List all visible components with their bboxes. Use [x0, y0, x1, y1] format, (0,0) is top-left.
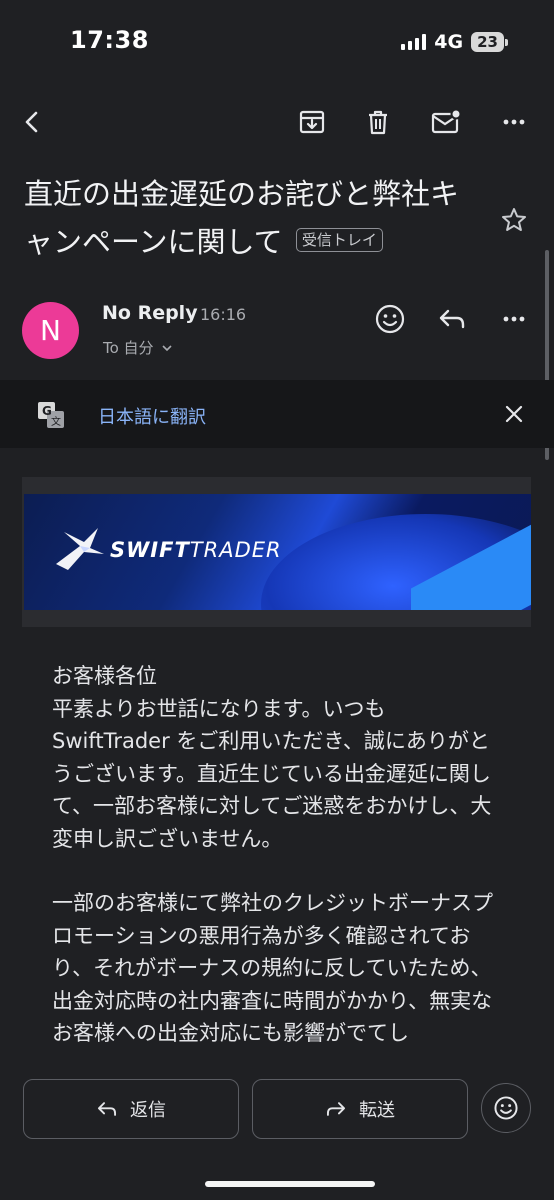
close-translate-button[interactable] — [492, 392, 536, 436]
subject-text: 直近の出金遅延のお詫びと弊社キャンペーンに関して — [24, 177, 460, 259]
swifttrader-banner: SWIFTTRADER — [24, 494, 531, 610]
signal-icon — [401, 34, 427, 50]
recipient-toggle[interactable]: To 自分 — [103, 337, 172, 358]
translate-icon: G文 — [36, 400, 66, 430]
emoji-reaction-button[interactable] — [481, 1083, 531, 1133]
body-paragraph-1: お客様各位 平素よりお世話になります。いつもSwiftTrader をご利用いた… — [52, 664, 492, 851]
back-button[interactable] — [10, 100, 54, 144]
translate-link[interactable]: 日本語に翻訳 — [98, 403, 206, 429]
mark-unread-button[interactable] — [424, 100, 468, 144]
forward-label: 転送 — [359, 1100, 395, 1121]
back-icon — [25, 111, 38, 133]
smiley-icon — [494, 1096, 518, 1120]
emoji-react-button[interactable] — [368, 297, 412, 341]
network-type: 4G — [434, 31, 464, 53]
battery-icon: 23 — [471, 32, 508, 52]
body-paragraph-2: 一部のお客様にて弊社のクレジットボーナスプロモーションの悪用行為が多く確認されて… — [52, 891, 493, 1045]
home-indicator[interactable] — [205, 1181, 375, 1187]
delete-button[interactable] — [356, 100, 400, 144]
chevron-down-icon — [162, 345, 172, 352]
mail-unread-icon — [431, 108, 462, 134]
inbox-label-chip[interactable]: 受信トレイ — [295, 228, 383, 252]
reply-icon — [97, 1102, 117, 1116]
forward-icon — [326, 1102, 346, 1116]
recipient-text: To 自分 — [103, 339, 154, 357]
brand-light: TRADER — [189, 538, 282, 562]
sent-time: 16:16 — [200, 305, 247, 324]
close-icon — [505, 405, 523, 423]
smiley-icon — [375, 304, 405, 334]
sender-name[interactable]: No Reply — [102, 302, 198, 324]
status-indicators: 4G 23 — [401, 31, 508, 53]
forward-bottom-button[interactable]: 転送 — [252, 1079, 468, 1139]
brand-logo-text: SWIFTTRADER — [110, 538, 282, 562]
reply-icon — [439, 309, 465, 329]
bird-logo-icon — [56, 528, 104, 570]
message-more-button[interactable] — [492, 297, 536, 341]
more-icon — [503, 316, 525, 322]
brand-bold: SWIFT — [110, 538, 190, 562]
archive-icon — [299, 110, 325, 134]
battery-level: 23 — [471, 32, 504, 52]
reply-label: 返信 — [130, 1100, 166, 1121]
star-icon — [502, 208, 526, 231]
sender-avatar[interactable]: N — [22, 302, 79, 359]
trash-icon — [369, 110, 387, 135]
more-icon — [503, 119, 525, 125]
reply-bottom-button[interactable]: 返信 — [23, 1079, 239, 1139]
svg-text:G: G — [42, 404, 52, 418]
star-button[interactable] — [492, 198, 536, 242]
svg-text:文: 文 — [51, 415, 61, 428]
status-time: 17:38 — [70, 26, 149, 54]
reply-button[interactable] — [430, 297, 474, 341]
archive-button[interactable] — [290, 100, 334, 144]
more-button[interactable] — [492, 100, 536, 144]
email-body: お客様各位 平素よりお世話になります。いつもSwiftTrader をご利用いた… — [52, 660, 502, 1082]
email-subject: 直近の出金遅延のお詫びと弊社キャンペーンに関して 受信トレイ — [24, 170, 464, 266]
translate-bar — [0, 380, 554, 448]
